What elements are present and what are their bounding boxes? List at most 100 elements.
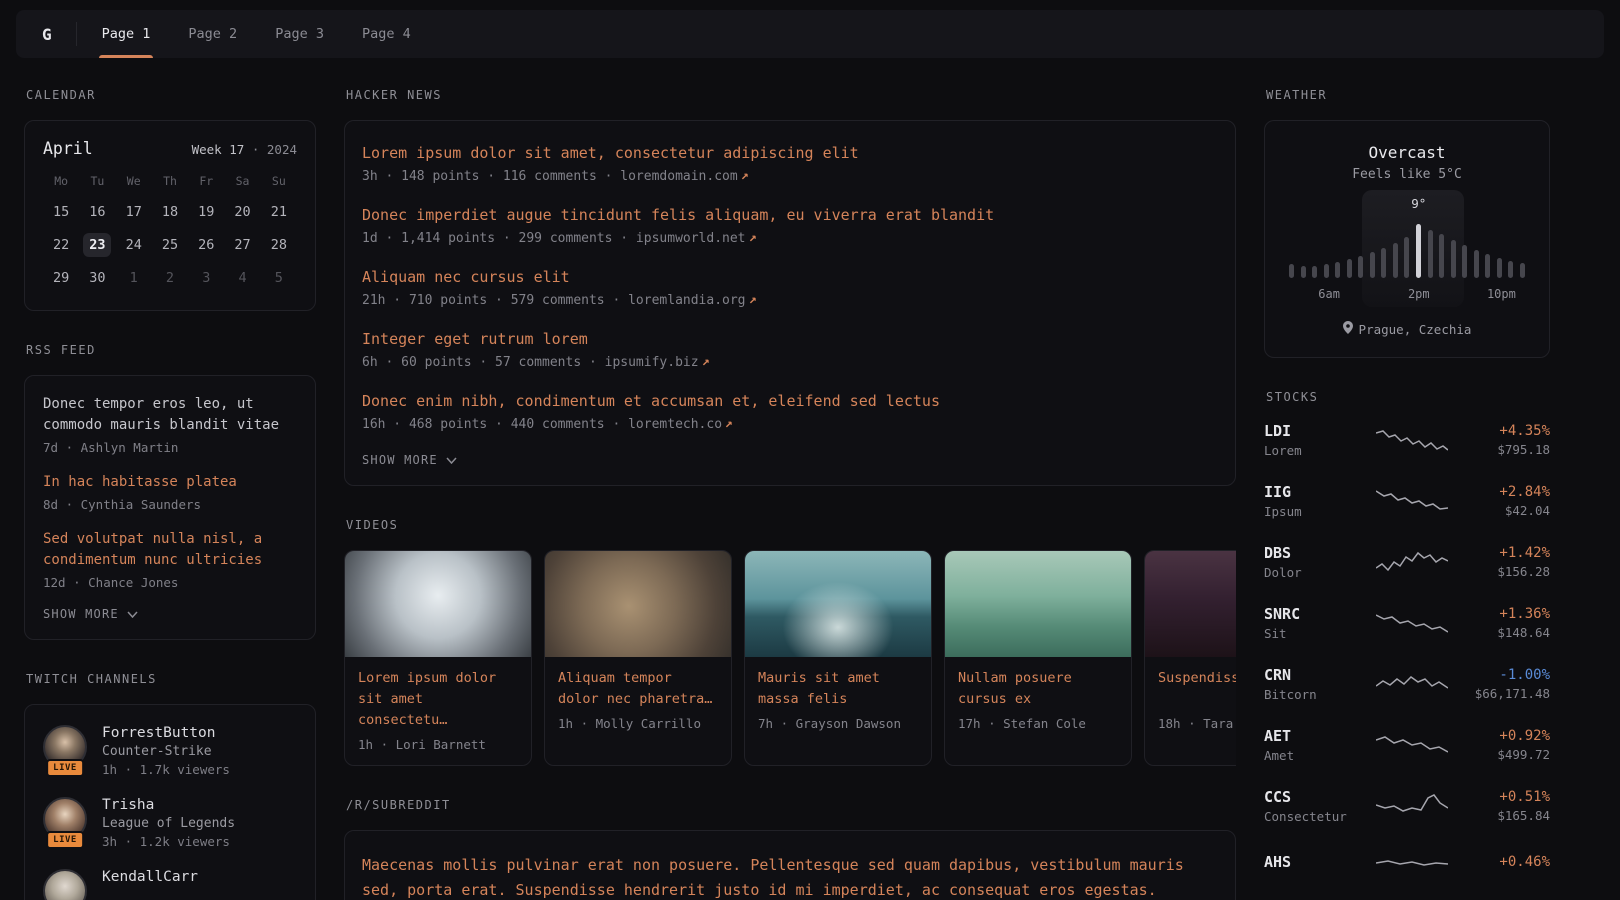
- stock-row: LDI Lorem +4.35% $795.18: [1264, 422, 1550, 458]
- external-link-icon[interactable]: →: [697, 354, 713, 370]
- stock-name: Sit: [1264, 626, 1356, 641]
- stock-ticker: CRN: [1264, 666, 1356, 684]
- stocks-list: LDI Lorem +4.35% $795.18 IIG Ipsum: [1264, 422, 1550, 877]
- calendar-widget: CALENDAR April Week 17 · 2024 Mo Tu We T…: [24, 88, 316, 311]
- channel-name[interactable]: KendallCarr: [102, 869, 198, 885]
- video-thumbnail[interactable]: [745, 551, 931, 657]
- stock-sparkline: [1376, 731, 1448, 759]
- topbar-divider: [76, 22, 77, 46]
- weather-chart: 9° 6am 2pm 10pm: [1289, 218, 1525, 303]
- rss-section-title: RSS FEED: [26, 343, 316, 357]
- video-thumbnail[interactable]: [1145, 551, 1236, 657]
- calendar-dot: ·: [252, 142, 260, 157]
- rss-item-title[interactable]: Sed volutpat nulla nisl, a condimentum n…: [43, 529, 297, 571]
- stock-price: $148.64: [1468, 625, 1550, 640]
- stock-change: +2.84%: [1468, 484, 1550, 500]
- stock-row: DBS Dolor +1.42% $156.28: [1264, 544, 1550, 580]
- calendar-day: 25: [152, 233, 188, 257]
- external-link-icon[interactable]: →: [744, 292, 760, 308]
- twitch-channel-row[interactable]: KendallCarr: [43, 869, 297, 900]
- stock-name: Amet: [1264, 748, 1356, 763]
- rss-item-title[interactable]: Donec tempor eros leo, ut commodo mauris…: [43, 394, 297, 436]
- twitch-channel-row[interactable]: LIVE ForrestButton Counter-Strike 1h · 1…: [43, 725, 297, 777]
- left-column: CALENDAR April Week 17 · 2024 Mo Tu We T…: [24, 88, 316, 900]
- weather-bar: [1462, 245, 1467, 278]
- tab-page-3[interactable]: Page 3: [256, 10, 343, 58]
- rss-item-title[interactable]: In hac habitasse platea: [43, 472, 297, 493]
- stock-name: Dolor: [1264, 565, 1356, 580]
- subreddit-post-title[interactable]: Maecenas mollis pulvinar erat non posuer…: [362, 853, 1218, 900]
- video-title[interactable]: Lorem ipsum dolor sit amet consectetu…: [358, 668, 518, 731]
- stock-change: +1.42%: [1468, 545, 1550, 561]
- video-thumbnail[interactable]: [545, 551, 731, 657]
- weather-bar: [1404, 237, 1409, 278]
- hackernews-item-title[interactable]: Donec enim nibh, condimentum et accumsan…: [362, 391, 1218, 412]
- stock-change: +0.46%: [1468, 854, 1550, 870]
- stock-sparkline: [1376, 849, 1448, 877]
- hackernews-item-meta: 1d · 1,414 points · 299 comments · ipsum…: [362, 231, 1218, 246]
- stock-ticker: AET: [1264, 727, 1356, 745]
- weather-location: Prague, Czechia: [1285, 321, 1529, 337]
- weather-bar: [1347, 259, 1352, 278]
- external-link-icon[interactable]: →: [737, 168, 753, 184]
- hackernews-panel: Lorem ipsum dolor sit amet, consectetur …: [344, 120, 1236, 486]
- stock-change: +4.35%: [1468, 423, 1550, 439]
- hackernews-item-title[interactable]: Integer eget rutrum lorem: [362, 329, 1218, 350]
- hackernews-item: Donec imperdiet augue tincidunt felis al…: [362, 205, 1218, 246]
- hackernews-item-meta: 16h · 468 points · 440 comments · loremt…: [362, 417, 1218, 432]
- channel-name[interactable]: Trisha: [102, 797, 235, 813]
- video-title[interactable]: Aliquam tempor dolor nec pharetra…: [558, 668, 718, 710]
- tab-page-2[interactable]: Page 2: [169, 10, 256, 58]
- twitch-channel-row[interactable]: LIVE Trisha League of Legends 3h · 1.2k …: [43, 797, 297, 849]
- stocks-section-title: STOCKS: [1266, 390, 1550, 404]
- calendar-day: 22: [43, 233, 79, 257]
- stock-name: Lorem: [1264, 443, 1356, 458]
- stock-row: CCS Consectetur +0.51% $165.84: [1264, 788, 1550, 824]
- hackernews-item-meta: 21h · 710 points · 579 comments · loreml…: [362, 293, 1218, 308]
- hackernews-item-title[interactable]: Donec imperdiet augue tincidunt felis al…: [362, 205, 1218, 226]
- hackernews-item-title[interactable]: Aliquam nec cursus elit: [362, 267, 1218, 288]
- location-pin-icon: [1343, 321, 1353, 337]
- rss-widget: RSS FEED Donec tempor eros leo, ut commo…: [24, 343, 316, 640]
- external-link-icon[interactable]: →: [744, 230, 760, 246]
- calendar-day-today: 23: [83, 233, 111, 257]
- stock-id: DBS Dolor: [1264, 544, 1356, 580]
- calendar-day-next-month: 3: [188, 266, 224, 290]
- calendar-day: 26: [188, 233, 224, 257]
- video-thumbnail[interactable]: [945, 551, 1131, 657]
- tab-page-1[interactable]: Page 1: [83, 10, 170, 58]
- chevron-down-icon: [446, 457, 457, 464]
- hackernews-item-title[interactable]: Lorem ipsum dolor sit amet, consectetur …: [362, 143, 1218, 164]
- video-meta: 18h · Tara: [1158, 716, 1236, 731]
- calendar-section-title: CALENDAR: [26, 88, 316, 102]
- stock-sparkline: [1376, 548, 1448, 576]
- hackernews-item: Lorem ipsum dolor sit amet, consectetur …: [362, 143, 1218, 184]
- video-card-body: Nullam posuere cursus ex 17h · Stefan Co…: [945, 657, 1131, 744]
- weather-widget: WEATHER Overcast Feels like 5°C 9° 6am 2…: [1264, 88, 1550, 358]
- calendar-day-next-month: 2: [152, 266, 188, 290]
- subreddit-panel: Maecenas mollis pulvinar erat non posuer…: [344, 830, 1236, 900]
- channel-name[interactable]: ForrestButton: [102, 725, 230, 741]
- rss-show-more-label: SHOW MORE: [43, 607, 119, 621]
- stock-values: +0.46%: [1468, 854, 1550, 873]
- weather-bar: [1497, 258, 1502, 278]
- video-card-body: Suspendisse diam 18h · Tara: [1145, 657, 1236, 744]
- stock-change: +0.51%: [1468, 789, 1550, 805]
- video-title[interactable]: Nullam posuere cursus ex: [958, 668, 1118, 710]
- rss-show-more-button[interactable]: SHOW MORE: [43, 607, 297, 621]
- stock-price: $499.72: [1468, 747, 1550, 762]
- stock-values: +1.36% $148.64: [1468, 606, 1550, 640]
- video-title[interactable]: Suspendisse diam: [1158, 668, 1236, 710]
- stock-values: +4.35% $795.18: [1468, 423, 1550, 457]
- app-logo[interactable]: G: [42, 10, 76, 58]
- stock-ticker: SNRC: [1264, 605, 1356, 623]
- stock-id: SNRC Sit: [1264, 605, 1356, 641]
- video-card-body: Aliquam tempor dolor nec pharetra… 1h · …: [545, 657, 731, 744]
- external-link-icon[interactable]: →: [721, 416, 737, 432]
- video-thumbnail[interactable]: [345, 551, 531, 657]
- rss-item-meta: 7d · Ashlyn Martin: [43, 440, 297, 455]
- hackernews-show-more-button[interactable]: SHOW MORE: [362, 453, 1218, 467]
- video-title[interactable]: Mauris sit amet massa felis: [758, 668, 918, 710]
- channel-info: KendallCarr: [102, 869, 198, 900]
- tab-page-4[interactable]: Page 4: [343, 10, 430, 58]
